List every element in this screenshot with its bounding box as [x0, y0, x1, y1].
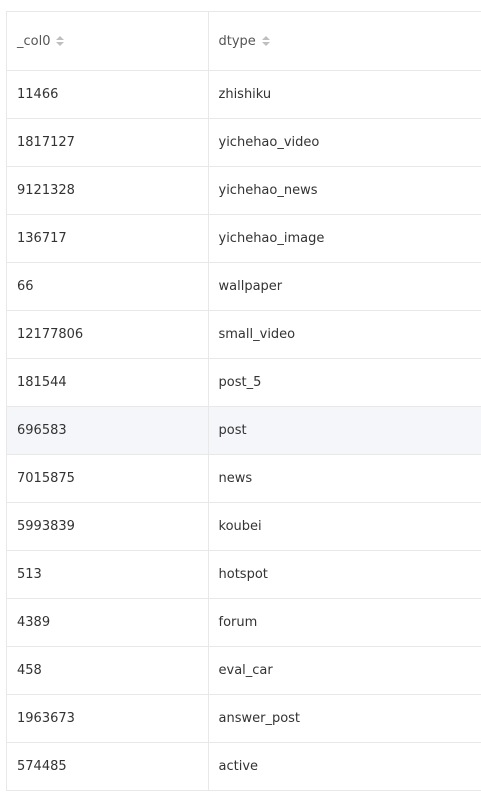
column-header-label: dtype: [218, 33, 256, 49]
table-row[interactable]: 1817127 yichehao_video: [7, 118, 481, 167]
sort-icon[interactable]: [261, 36, 270, 46]
table-row[interactable]: 9121328 yichehao_news: [7, 166, 481, 215]
table-row[interactable]: 66 wallpaper: [7, 262, 481, 311]
cell-dtype: news: [207, 454, 481, 503]
cell-col0: 5993839: [7, 502, 208, 551]
table-row[interactable]: 11466 zhishiku: [7, 70, 481, 119]
cell-col0: 574485: [7, 742, 208, 791]
cell-dtype: small_video: [207, 310, 481, 359]
column-header-dtype[interactable]: dtype: [207, 12, 481, 71]
cell-dtype: wallpaper: [207, 262, 481, 311]
cell-dtype: forum: [207, 598, 481, 647]
table-row[interactable]: 7015875 news: [7, 454, 481, 503]
cell-col0: 9121328: [7, 166, 208, 215]
cell-dtype: eval_car: [207, 646, 481, 695]
cell-dtype: answer_post: [207, 694, 481, 743]
cell-col0: 1963673: [7, 694, 208, 743]
cell-col0: 513: [7, 550, 208, 599]
cell-col0: 11466: [7, 70, 208, 119]
cell-col0: 696583: [7, 406, 208, 455]
cell-col0: 7015875: [7, 454, 208, 503]
data-table: _col0 dtype 11466 zhishiku 1817127 yiche…: [6, 11, 481, 791]
cell-col0: 458: [7, 646, 208, 695]
column-header-label: _col0: [17, 33, 51, 49]
table-row[interactable]: 696583 post: [7, 406, 481, 455]
cell-col0: 181544: [7, 358, 208, 407]
cell-dtype: active: [207, 742, 481, 791]
cell-dtype: hotspot: [207, 550, 481, 599]
column-header-col0[interactable]: _col0: [7, 12, 208, 71]
cell-col0: 136717: [7, 214, 208, 263]
cell-col0: 4389: [7, 598, 208, 647]
table-row[interactable]: 181544 post_5: [7, 358, 481, 407]
table-row[interactable]: 513 hotspot: [7, 550, 481, 599]
table-row[interactable]: 1963673 answer_post: [7, 694, 481, 743]
table-row[interactable]: 574485 active: [7, 742, 481, 791]
cell-dtype: yichehao_image: [207, 214, 481, 263]
cell-col0: 1817127: [7, 118, 208, 167]
table-row[interactable]: 458 eval_car: [7, 646, 481, 695]
cell-dtype: yichehao_video: [207, 118, 481, 167]
cell-dtype: koubei: [207, 502, 481, 551]
table-header-row: _col0 dtype: [7, 12, 481, 71]
table-row[interactable]: 5993839 koubei: [7, 502, 481, 551]
cell-col0: 66: [7, 262, 208, 311]
table-row[interactable]: 136717 yichehao_image: [7, 214, 481, 263]
cell-dtype: post: [207, 406, 481, 455]
sort-icon[interactable]: [56, 36, 65, 46]
cell-dtype: post_5: [207, 358, 481, 407]
cell-dtype: yichehao_news: [207, 166, 481, 215]
table-row[interactable]: 12177806 small_video: [7, 310, 481, 359]
cell-dtype: zhishiku: [207, 70, 481, 119]
cell-col0: 12177806: [7, 310, 208, 359]
table-row[interactable]: 4389 forum: [7, 598, 481, 647]
